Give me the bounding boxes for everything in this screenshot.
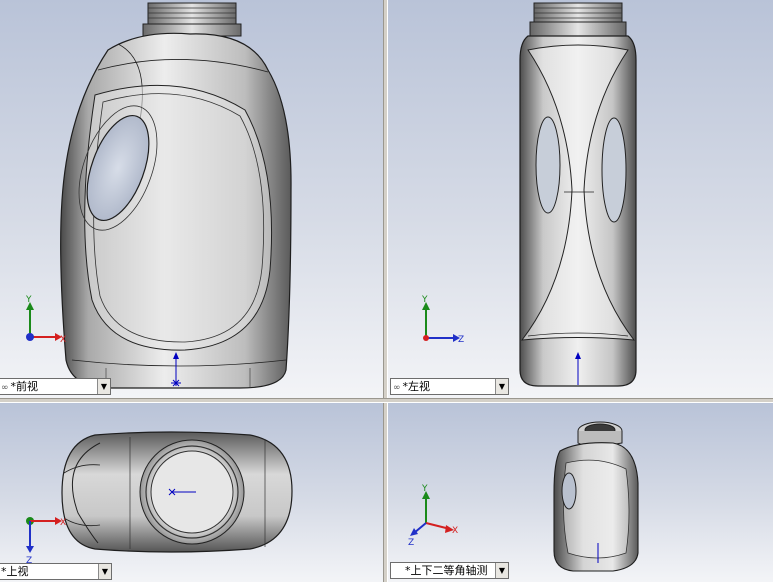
chevron-down-icon[interactable]: ▼ [495, 563, 508, 578]
view-dropdown-front[interactable]: ∞ *前视 ▼ [0, 378, 111, 395]
chevron-down-icon[interactable]: ▼ [495, 379, 508, 394]
chevron-down-icon[interactable]: ▼ [98, 564, 111, 579]
axis-triad: Y X [25, 295, 66, 345]
viewport-isometric[interactable]: Y X Z *上下二等角轴测 ▼ [388, 403, 773, 582]
axis-triad-iso: Y X Z [408, 484, 458, 548]
view-dropdown-top[interactable]: *上视 ▼ [0, 563, 112, 580]
link-icon: ∞ [393, 383, 401, 393]
axis-x-label: X [60, 335, 66, 345]
axis-triad-left: Y Z [421, 295, 464, 345]
viewport-front[interactable]: Y X ∞ *前视 ▼ [0, 0, 383, 398]
viewport-left[interactable]: Y Z ∞ *左视 ▼ [388, 0, 773, 398]
view-label-front: *前视 [10, 380, 39, 393]
axis-z-label: Z [458, 335, 464, 345]
viewport-top[interactable]: X Z *上视 ▼ [0, 403, 383, 582]
axis-x-label: X [452, 526, 458, 536]
link-icon: ∞ [1, 383, 9, 393]
axis-y-label: Y [421, 295, 428, 305]
view-label-top: *上视 [1, 565, 29, 578]
view-dropdown-iso[interactable]: *上下二等角轴测 ▼ [390, 562, 509, 579]
axis-x-label: X [60, 518, 66, 528]
axis-triad-top: X Z [26, 517, 66, 566]
view-label-left: *左视 [402, 380, 431, 393]
view-dropdown-left[interactable]: ∞ *左视 ▼ [390, 378, 509, 395]
axis-y-label: Y [25, 295, 32, 305]
chevron-down-icon[interactable]: ▼ [97, 379, 110, 394]
view-label-iso: *上下二等角轴测 [405, 564, 488, 577]
axis-y-label: Y [421, 484, 428, 494]
axis-z-label: Z [408, 538, 414, 548]
